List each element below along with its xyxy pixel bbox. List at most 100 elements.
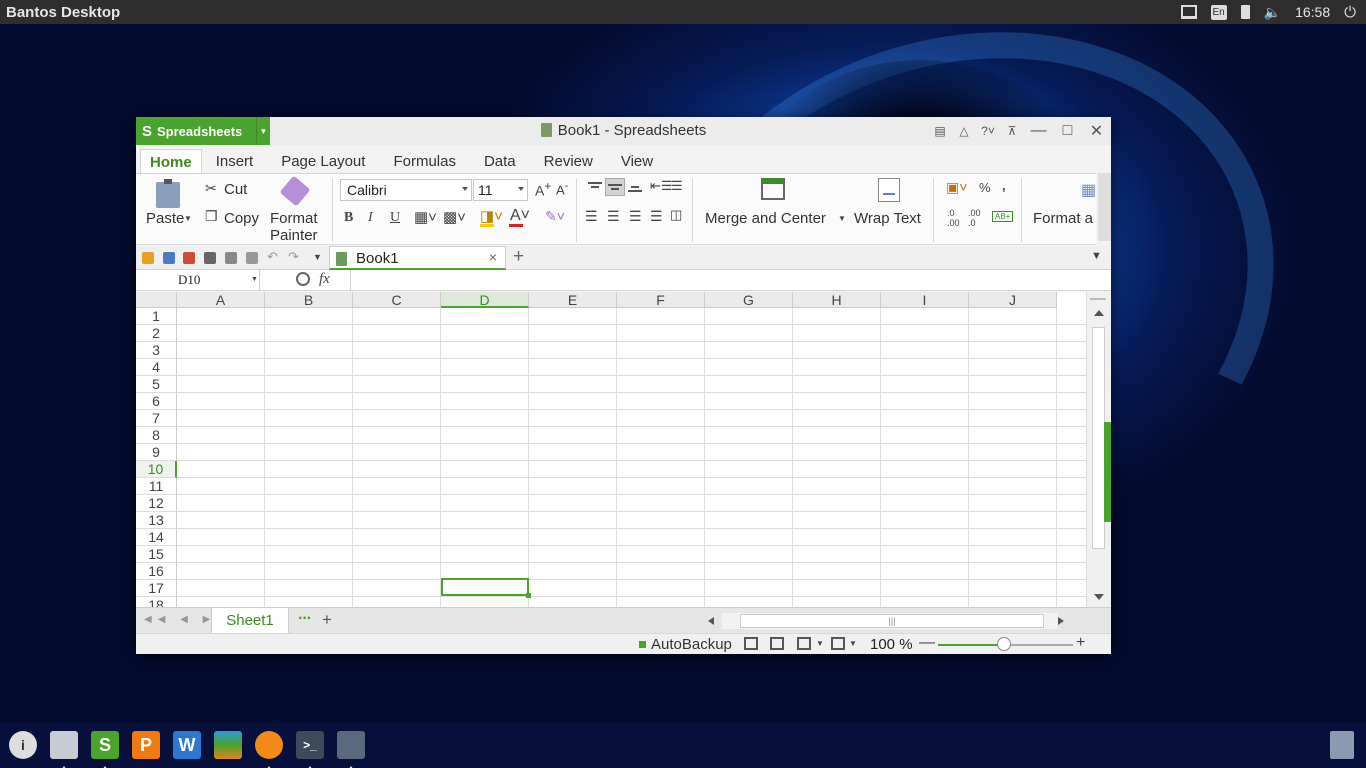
row-header-16[interactable]: 16 <box>136 563 177 580</box>
select-all-corner[interactable] <box>136 292 177 308</box>
cell-grid[interactable]: ABCDEFGHIJ 1 2 3 4 5 6 7 8 9 10 11 12 13 14 15 16 17 18 <box>136 292 1086 607</box>
row-header-9[interactable]: 9 <box>136 444 177 461</box>
increase-font-icon[interactable]: A+ <box>535 180 551 199</box>
help-icon[interactable]: ?˅ <box>976 124 1000 138</box>
collapse-ribbon-icon[interactable]: ⊼ <box>1000 124 1024 138</box>
paste-dropdown-icon[interactable]: ▼ <box>184 214 192 223</box>
zoom-slider-handle[interactable] <box>997 637 1011 651</box>
row-header-12[interactable]: 12 <box>136 495 177 512</box>
row-header-15[interactable]: 15 <box>136 546 177 563</box>
print-icon[interactable] <box>204 252 216 264</box>
tab-view[interactable]: View <box>607 149 667 173</box>
row-header-7[interactable]: 7 <box>136 410 177 427</box>
print-preview-icon[interactable] <box>225 252 237 264</box>
row-header-1[interactable]: 1 <box>136 308 177 325</box>
decrease-indent-icon[interactable]: ⇤☰ <box>650 178 673 194</box>
terminal-icon[interactable]: >_ <box>296 731 324 768</box>
tab-review[interactable]: Review <box>530 149 607 173</box>
zoom-in-button[interactable]: + <box>1076 634 1085 652</box>
scroll-up-icon[interactable] <box>1094 310 1104 316</box>
align-left-icon[interactable]: ☰ <box>585 208 598 225</box>
borders-icon[interactable]: ▦˅ <box>414 208 437 226</box>
wrap-text-icon[interactable] <box>878 178 900 202</box>
reading-view-icon[interactable] <box>797 637 811 650</box>
volume-icon[interactable]: 🔈 <box>1264 5 1281 19</box>
row-header-3[interactable]: 3 <box>136 342 177 359</box>
decrease-decimal-icon[interactable]: .00.0 <box>968 208 981 228</box>
tab-page-layout[interactable]: Page Layout <box>267 149 379 173</box>
layers-app-icon[interactable] <box>214 731 242 759</box>
row-header-8[interactable]: 8 <box>136 427 177 444</box>
power-icon[interactable]: ⏻ <box>1344 4 1356 21</box>
row-header-17[interactable]: 17 <box>136 580 177 597</box>
save-icon[interactable] <box>163 252 175 264</box>
column-header-i[interactable]: I <box>881 292 969 308</box>
page-break-view-icon[interactable] <box>770 637 784 650</box>
document-tab[interactable]: Book1 × <box>329 246 506 270</box>
reading-view-dropdown-icon[interactable]: ▼ <box>816 639 824 648</box>
open-icon[interactable] <box>142 252 154 264</box>
column-header-g[interactable]: G <box>705 292 793 308</box>
merge-and-center-button[interactable]: Merge and Center <box>705 210 826 227</box>
underline-button[interactable]: U <box>390 210 400 226</box>
currency-icon[interactable]: ▣˅ <box>946 179 967 196</box>
split-handle[interactable] <box>1090 298 1106 300</box>
column-header-d[interactable]: D <box>441 292 529 308</box>
font-name-select[interactable]: Calibri <box>340 179 472 201</box>
number-format-icon[interactable]: AB+ <box>992 211 1014 222</box>
format-painter-label-1[interactable]: Format <box>270 210 318 227</box>
sheet-tab-sheet1[interactable]: Sheet1 <box>211 608 289 634</box>
row-header-11[interactable]: 11 <box>136 478 177 495</box>
horizontal-scroll-thumb[interactable]: ||| <box>740 614 1044 628</box>
maximize-button[interactable]: □ <box>1053 122 1082 140</box>
wrap-text-button[interactable]: Wrap Text <box>854 210 921 227</box>
formula-input[interactable] <box>350 270 1111 291</box>
font-color-icon[interactable]: A˅ <box>510 207 530 225</box>
close-tab-icon[interactable]: × <box>489 249 497 265</box>
cell-style-icon[interactable]: ▩˅ <box>443 208 466 226</box>
column-header-e[interactable]: E <box>529 292 617 308</box>
battery-icon[interactable] <box>1240 5 1250 19</box>
column-header-j[interactable]: J <box>969 292 1057 308</box>
close-button[interactable]: ✕ <box>1082 121 1111 141</box>
row-header-10[interactable]: 10 <box>136 461 177 478</box>
active-cell[interactable] <box>441 578 531 598</box>
launcher-icon[interactable]: i <box>9 731 37 759</box>
minimize-button[interactable]: — <box>1024 122 1053 140</box>
zoom-formula-icon[interactable] <box>296 272 310 286</box>
percent-button[interactable]: % <box>979 180 991 195</box>
panel-title[interactable]: Bantos Desktop <box>6 4 120 21</box>
display-icon[interactable] <box>1180 5 1197 19</box>
firefox-icon[interactable] <box>255 731 283 768</box>
presentation-app-icon[interactable]: P <box>132 731 160 759</box>
increase-decimal-icon[interactable]: .0.00 <box>947 208 960 228</box>
tab-formulas[interactable]: Formulas <box>379 149 470 173</box>
clock[interactable]: 16:58 <box>1295 4 1330 20</box>
row-header-2[interactable]: 2 <box>136 325 177 342</box>
row-header-5[interactable]: 5 <box>136 376 177 393</box>
row-header-18[interactable]: 18 <box>136 597 177 607</box>
horizontal-scroll-track[interactable]: ||| <box>722 613 1058 629</box>
zoom-level[interactable]: 100 % <box>870 636 913 653</box>
name-box[interactable]: D10 ▼ <box>136 270 260 291</box>
normal-view-icon[interactable] <box>744 637 758 650</box>
format-painter-label-2[interactable]: Painter <box>270 227 318 244</box>
tab-insert[interactable]: Insert <box>202 149 268 173</box>
align-right-icon[interactable]: ☰ <box>629 208 642 225</box>
trash-icon[interactable] <box>1330 731 1354 759</box>
screenshot-app-icon[interactable] <box>337 731 365 768</box>
align-center-icon[interactable]: ☰ <box>607 208 620 225</box>
format-painter-icon[interactable] <box>279 175 311 207</box>
bold-button[interactable]: B <box>344 210 353 226</box>
column-header-h[interactable]: H <box>793 292 881 308</box>
export-pdf-icon[interactable] <box>183 252 195 264</box>
horizontal-scrollbar[interactable]: ||| <box>706 613 1078 629</box>
font-size-select[interactable]: 11 <box>473 179 528 201</box>
new-tab-button[interactable]: + <box>513 246 524 268</box>
row-header-6[interactable]: 6 <box>136 393 177 410</box>
font-manager-icon[interactable]: ▤ <box>928 124 952 138</box>
scroll-down-icon[interactable] <box>1094 594 1104 600</box>
align-middle-icon[interactable] <box>605 178 625 196</box>
paste-button[interactable]: Paste <box>146 210 184 227</box>
zoom-out-button[interactable]: — <box>919 634 935 652</box>
